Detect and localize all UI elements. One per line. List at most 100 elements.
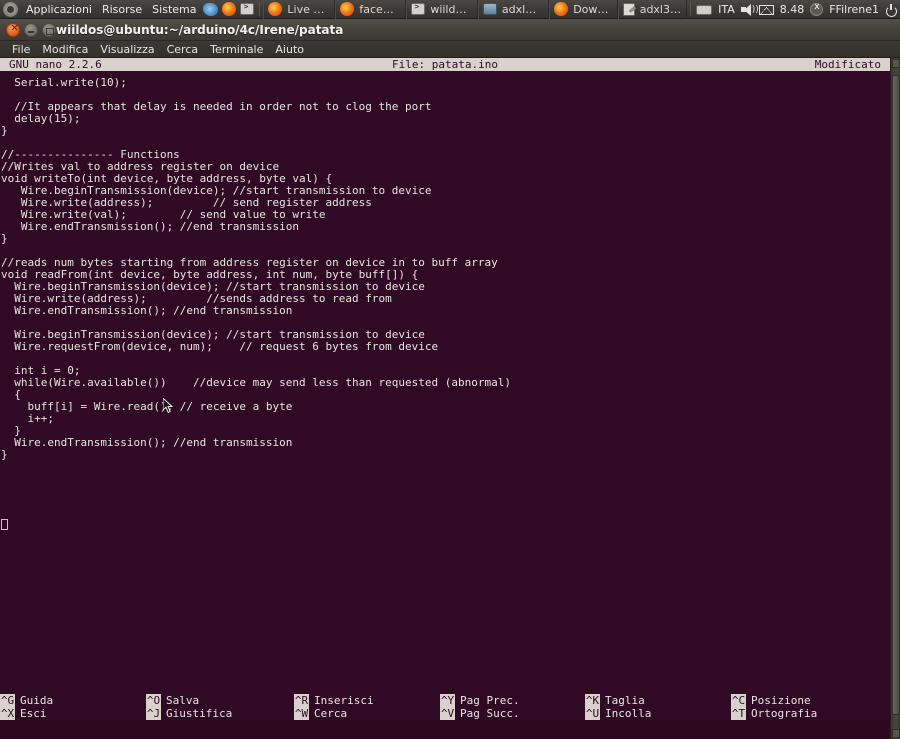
top-panel: Applicazioni Risorse Sistema Live Fa... … (0, 0, 900, 19)
user-name[interactable]: FFilrene1 (825, 3, 883, 16)
shortcut-column: ^O Salva ^J Giustifica (146, 694, 296, 720)
window-button-live-fa[interactable]: Live Fa... (263, 0, 336, 19)
shortcut-key: ^V (440, 707, 455, 720)
code-line: delay(15); (1, 112, 81, 125)
keyboard-layout-indicator[interactable]: ITA (714, 3, 739, 16)
shortcut-giustifica[interactable]: ^J Giustifica (146, 707, 296, 720)
shortcut-label: Taglia (605, 694, 645, 707)
shortcut-column: ^G Guida ^X Esci (0, 694, 150, 720)
shortcut-label: Giustifica (166, 707, 233, 720)
ubuntu-logo-icon[interactable] (3, 1, 18, 17)
menu-file[interactable]: File (6, 41, 36, 58)
scrollbar-thumb[interactable] (892, 75, 900, 715)
shortcut-posizione[interactable]: ^C Posizione (731, 694, 881, 707)
shortcut-incolla[interactable]: ^U Incolla (585, 707, 735, 720)
shortcut-key: ^O (146, 694, 161, 707)
panel-menu-risorse[interactable]: Risorse (97, 0, 147, 19)
shortcut-guida[interactable]: ^G Guida (0, 694, 150, 707)
keyboard-icon[interactable] (696, 5, 713, 15)
nano-header-bar: GNU nano 2.2.6 File: patata.ino Modifica… (0, 58, 890, 71)
tray-area: ITA )) 8.48 FFilrene1 (694, 0, 900, 19)
window-button-label: Live Fa... (287, 2, 329, 16)
nano-filename: File: patata.ino (392, 58, 498, 71)
menu-visualizza[interactable]: Visualizza (94, 41, 160, 58)
clock[interactable]: 8.48 (776, 3, 809, 16)
power-icon[interactable] (885, 3, 898, 17)
window-button-adxl34-doc[interactable]: adxl34... (617, 0, 688, 19)
menu-cerca[interactable]: Cerca (161, 41, 205, 58)
terminal-scrollbar[interactable] (890, 58, 900, 739)
window-button-label: facebo... (359, 2, 400, 16)
panel-divider (259, 2, 261, 16)
shortcut-column: ^C Posizione ^T Ortografia (731, 694, 881, 720)
shortcut-esci[interactable]: ^X Esci (0, 707, 150, 720)
shortcut-label: Posizione (751, 694, 811, 707)
code-line: } (1, 232, 8, 245)
gnome-fish-icon[interactable] (203, 2, 219, 16)
volume-icon[interactable]: )) (740, 3, 759, 16)
shortcut-label: Esci (20, 707, 47, 720)
firefox-icon (554, 2, 569, 16)
window-button-label: Downl... (573, 2, 612, 16)
window-button-label: adxl34... (501, 2, 543, 16)
shortcut-column: ^Y Pag Prec. ^V Pag Succ. (440, 694, 590, 720)
terminal-icon (411, 2, 426, 15)
menu-modifica[interactable]: Modifica (36, 41, 94, 58)
shortcut-label: Salva (166, 694, 200, 707)
shortcut-column: ^R Inserisci ^W Cerca (294, 694, 444, 720)
shortcut-pag-prec-[interactable]: ^Y Pag Prec. (440, 694, 590, 707)
shortcut-cerca[interactable]: ^W Cerca (294, 707, 444, 720)
document-icon (622, 2, 635, 16)
window-button-facebook[interactable]: facebo... (335, 0, 407, 19)
code-line: while(Wire.available()) //device may sen… (1, 376, 511, 389)
window-title: wiildos@ubuntu:~/arduino/4c/Irene/patata (56, 22, 344, 37)
terminal-icon[interactable] (240, 2, 255, 15)
code-line: } (1, 124, 8, 137)
code-line: Wire.endTransmission(); //end transmissi… (1, 220, 300, 233)
shortcut-pag-succ-[interactable]: ^V Pag Succ. (440, 707, 590, 720)
shortcut-label: Ortografia (751, 707, 818, 720)
text-cursor (1, 519, 8, 530)
shortcut-ortografia[interactable]: ^T Ortografia (731, 707, 881, 720)
shortcut-salva[interactable]: ^O Salva (146, 694, 296, 707)
window-titlebar[interactable]: wiildos@ubuntu:~/arduino/4c/Irene/patata (0, 19, 900, 41)
panel-menu-sistema[interactable]: Sistema (147, 0, 201, 19)
scroll-down-arrow[interactable] (892, 729, 900, 738)
shortcut-taglia[interactable]: ^K Taglia (585, 694, 735, 707)
shortcut-label: Pag Prec. (460, 694, 520, 707)
shortcut-key: ^U (585, 707, 600, 720)
menu-terminale[interactable]: Terminale (204, 41, 269, 58)
shortcut-key: ^T (731, 707, 746, 720)
code-line: //It appears that delay is needed in ord… (1, 100, 432, 113)
code-line: Wire.requestFrom(device, num); // reques… (1, 340, 439, 353)
firefox-icon (268, 2, 283, 16)
firefox-icon[interactable] (222, 2, 237, 16)
code-line: Wire.endTransmission(); //end transmissi… (1, 304, 293, 317)
window-button-adxl34-files[interactable]: adxl34... (477, 0, 550, 19)
shortcut-column: ^K Taglia ^U Incolla (585, 694, 735, 720)
window-button-downloads[interactable]: Downl... (549, 0, 618, 19)
code-line: i++; (1, 412, 54, 425)
shortcut-label: Inserisci (314, 694, 374, 707)
window-button-wiildos-terminal[interactable]: wiildos... (406, 0, 478, 19)
shortcut-key: ^X (0, 707, 15, 720)
panel-menu-applicazioni[interactable]: Applicazioni (21, 0, 97, 19)
code-line: } (1, 448, 8, 461)
shortcut-label: Cerca (314, 707, 348, 720)
mail-icon[interactable] (758, 5, 774, 15)
shortcut-key: ^C (731, 694, 746, 707)
window-button-label: wiildos... (430, 2, 472, 16)
code-line: Wire.endTransmission(); //end transmissi… (1, 436, 293, 449)
files-icon (482, 3, 497, 15)
nano-text-area[interactable]: Serial.write(10); //It appears that dela… (0, 77, 890, 697)
shortcut-inserisci[interactable]: ^R Inserisci (294, 694, 444, 707)
nano-editor[interactable]: GNU nano 2.2.6 File: patata.ino Modifica… (0, 58, 890, 720)
nano-modified-status: Modificato (814, 58, 881, 71)
shortcut-label: Incolla (605, 707, 652, 720)
menu-aiuto[interactable]: Aiuto (269, 41, 310, 58)
user-status-icon[interactable] (810, 2, 824, 16)
scroll-up-arrow[interactable] (892, 59, 900, 68)
code-line: Serial.write(10); (1, 76, 127, 89)
firefox-icon (340, 2, 355, 16)
